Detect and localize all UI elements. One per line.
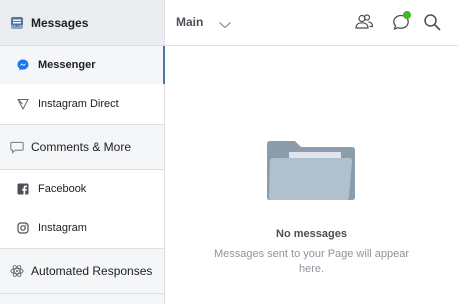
people-icon[interactable] [353,11,375,33]
inbox-icon [10,16,24,30]
messenger-icon [17,59,29,71]
sidebar-section-automated-responses[interactable]: Automated Responses [0,248,164,294]
folder-icon [267,138,355,200]
header-bar: Main [165,0,458,46]
facebook-icon [17,183,29,195]
status-dot [403,11,411,19]
inbox-filter-label[interactable]: Main [176,15,203,29]
chevron-down-icon[interactable] [218,17,232,29]
instagram-icon [17,222,29,234]
sidebar-item-messenger[interactable]: Messenger [0,46,165,84]
empty-state-subtitle: Messages sent to your Page will appear h… [213,248,410,275]
send-triangle-icon [17,98,29,110]
main-panel: Main No messages Messages sent to your P… [165,0,458,304]
automation-icon [10,264,24,278]
sidebar-section-label: Comments & More [31,140,132,154]
sidebar-item-facebook[interactable]: Facebook [0,170,164,208]
sidebar-item-instagram[interactable]: Instagram [0,208,164,248]
chat-bubble-icon[interactable] [390,11,412,33]
sidebar-item-instagram-direct[interactable]: Instagram Direct [0,84,164,124]
sidebar-item-label: Instagram Direct [38,98,119,110]
sidebar-item-label: Messenger [38,59,96,71]
sidebar: Messages Messenger Instagram Direct Comm… [0,0,165,304]
empty-state-title: No messages [276,228,347,240]
sidebar-section-messages[interactable]: Messages [0,0,164,46]
comment-bubble-icon [10,140,24,154]
sidebar-item-label: Instagram [38,222,87,234]
sidebar-section-comments[interactable]: Comments & More [0,124,164,170]
search-icon[interactable] [421,11,443,33]
sidebar-section-label: Messages [31,15,89,30]
sidebar-section-label: Automated Responses [31,264,153,278]
sidebar-item-label: Facebook [38,183,87,195]
